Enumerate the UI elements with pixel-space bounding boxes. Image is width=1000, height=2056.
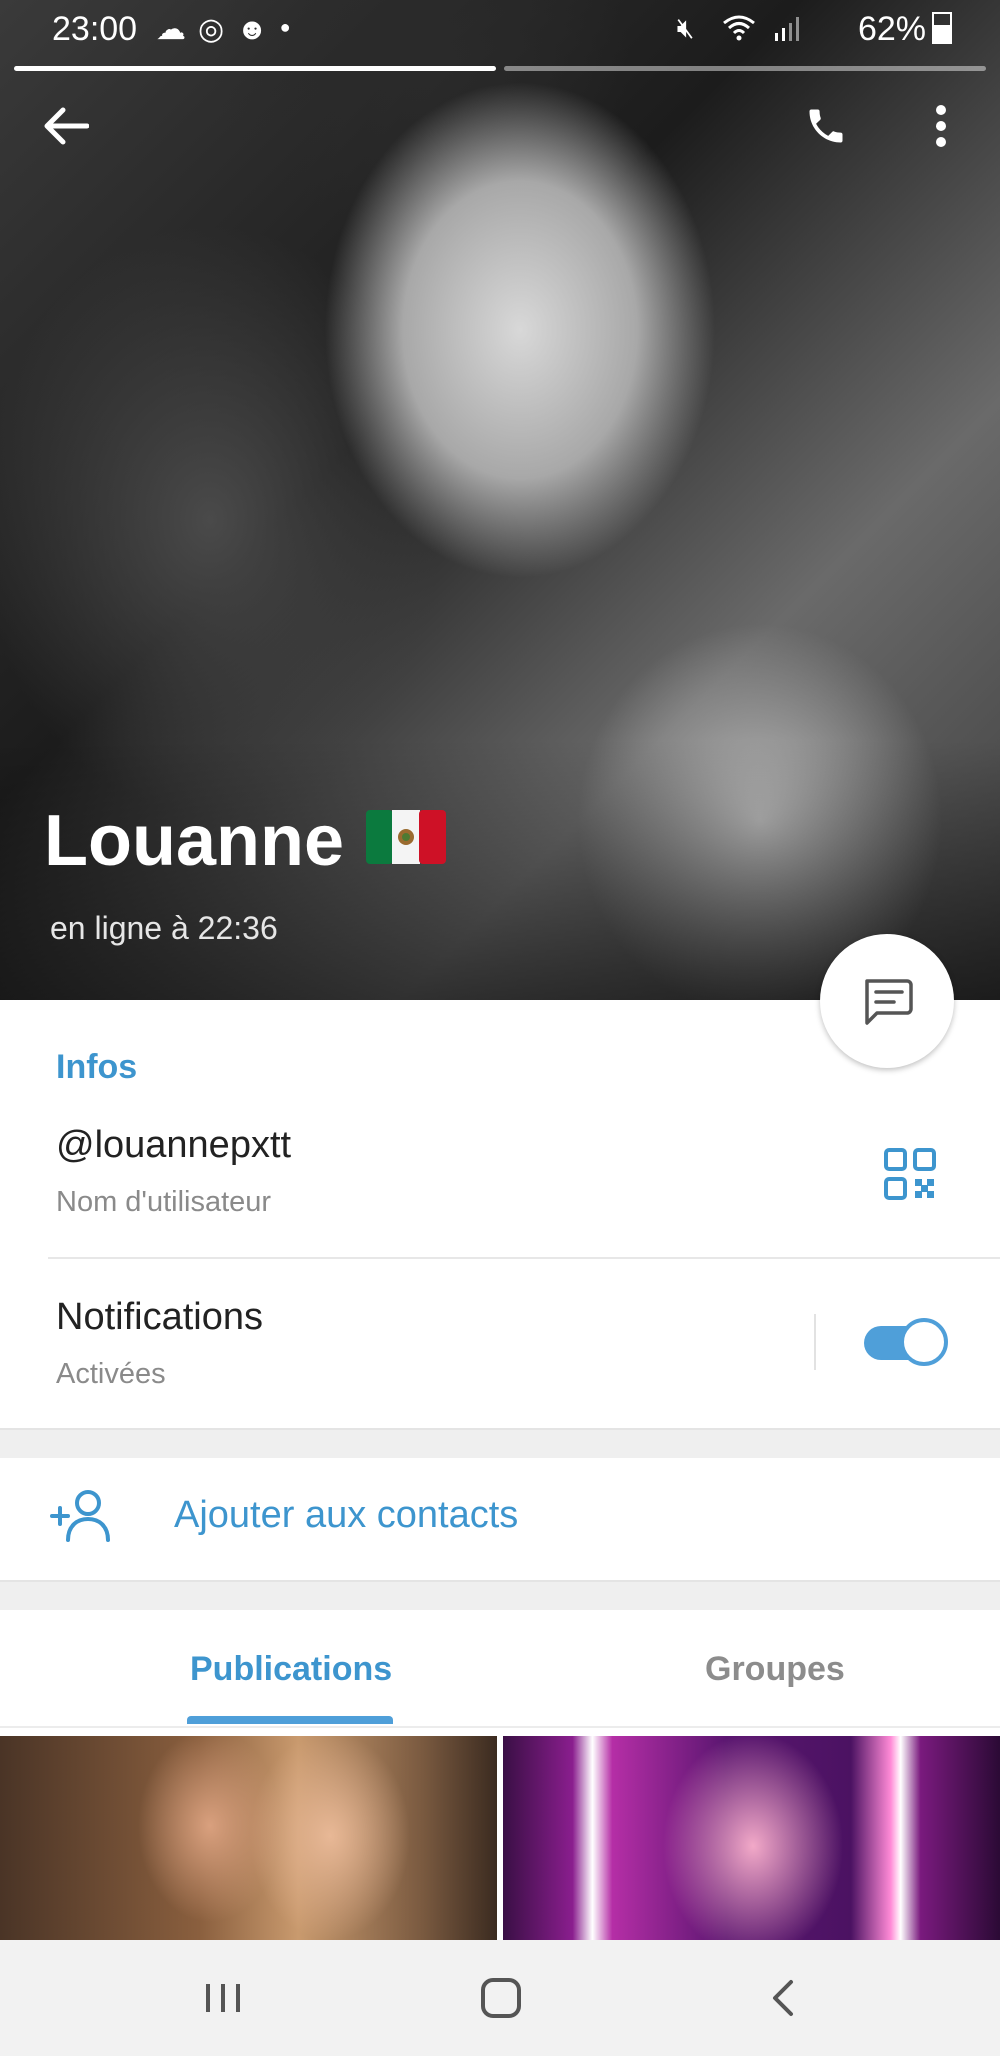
status-time: 23:00 [52, 10, 138, 48]
media-thumbnail[interactable] [503, 1736, 1000, 1940]
media-thumbnail[interactable] [0, 1736, 497, 1940]
home-button[interactable] [466, 1970, 536, 2026]
phone-icon [809, 109, 843, 143]
back-nav-button[interactable] [747, 1970, 817, 2026]
username-value[interactable]: @louannepxtt [56, 1124, 291, 1167]
section-gap [0, 1580, 1000, 1612]
cloud-icon: ☁ [156, 13, 198, 46]
vertical-separator [814, 1314, 816, 1370]
battery-indicator: 62% [858, 10, 952, 49]
last-seen-status: en ligne à 22:36 [50, 910, 278, 946]
battery-icon [932, 12, 952, 44]
media-tabs: Publications Groupes [0, 1610, 1000, 1728]
smiley-icon: ☻ [236, 13, 280, 46]
status-bar: 23:00 ☁◎☻● 🔇︎ 62% [0, 0, 1000, 62]
section-gap [0, 1428, 1000, 1460]
qr-code-icon [884, 1148, 936, 1200]
username-label: Nom d'utilisateur [56, 1186, 272, 1218]
profile-name-text: Louanne [44, 801, 344, 881]
story-progress-segment [14, 66, 496, 71]
story-progress-segment [504, 66, 986, 71]
dot-icon: ● [279, 17, 303, 37]
qr-code-button[interactable] [884, 1148, 936, 1200]
tab-publications[interactable]: Publications [190, 1650, 392, 1689]
system-icons: 🔇︎ [677, 12, 800, 45]
divider [48, 1257, 1000, 1259]
home-icon [481, 1978, 521, 2018]
chevron-left-icon [773, 1980, 793, 2016]
mexico-flag-icon [366, 799, 446, 881]
add-contact-button[interactable]: Ajouter aux contacts [0, 1458, 1000, 1580]
section-title-infos: Infos [56, 1048, 138, 1086]
notifications-status: Activées [56, 1358, 166, 1390]
back-arrow-icon [44, 107, 89, 145]
toggle-knob [900, 1318, 948, 1366]
mute-icon: 🔇︎ [676, 12, 705, 43]
tab-groups[interactable]: Groupes [705, 1650, 845, 1689]
message-icon [865, 979, 913, 1025]
more-menu-button[interactable] [905, 90, 977, 162]
signal-icon [774, 12, 800, 43]
notifications-toggle[interactable] [864, 1318, 948, 1366]
active-tab-indicator [187, 1716, 393, 1724]
back-button[interactable] [30, 90, 102, 162]
send-message-button[interactable] [820, 934, 954, 1068]
profile-photo[interactable]: 23:00 ☁◎☻● 🔇︎ 62% Louanne en ligne à 22:… [0, 0, 1000, 1000]
instagram-icon: ◎ [198, 13, 237, 46]
add-person-icon [50, 1490, 110, 1542]
add-contact-label: Ajouter aux contacts [174, 1494, 519, 1536]
system-navigation-bar [0, 1940, 1000, 2056]
wifi-icon [704, 12, 774, 43]
profile-name: Louanne [44, 800, 446, 887]
more-vertical-icon [936, 105, 946, 147]
call-button[interactable] [790, 90, 862, 162]
notifications-title: Notifications [56, 1296, 263, 1338]
recent-apps-button[interactable] [188, 1970, 258, 2026]
recent-apps-icon [206, 1984, 240, 2012]
notification-icons: ☁◎☻● [156, 12, 303, 47]
battery-percent: 62% [857, 10, 926, 48]
